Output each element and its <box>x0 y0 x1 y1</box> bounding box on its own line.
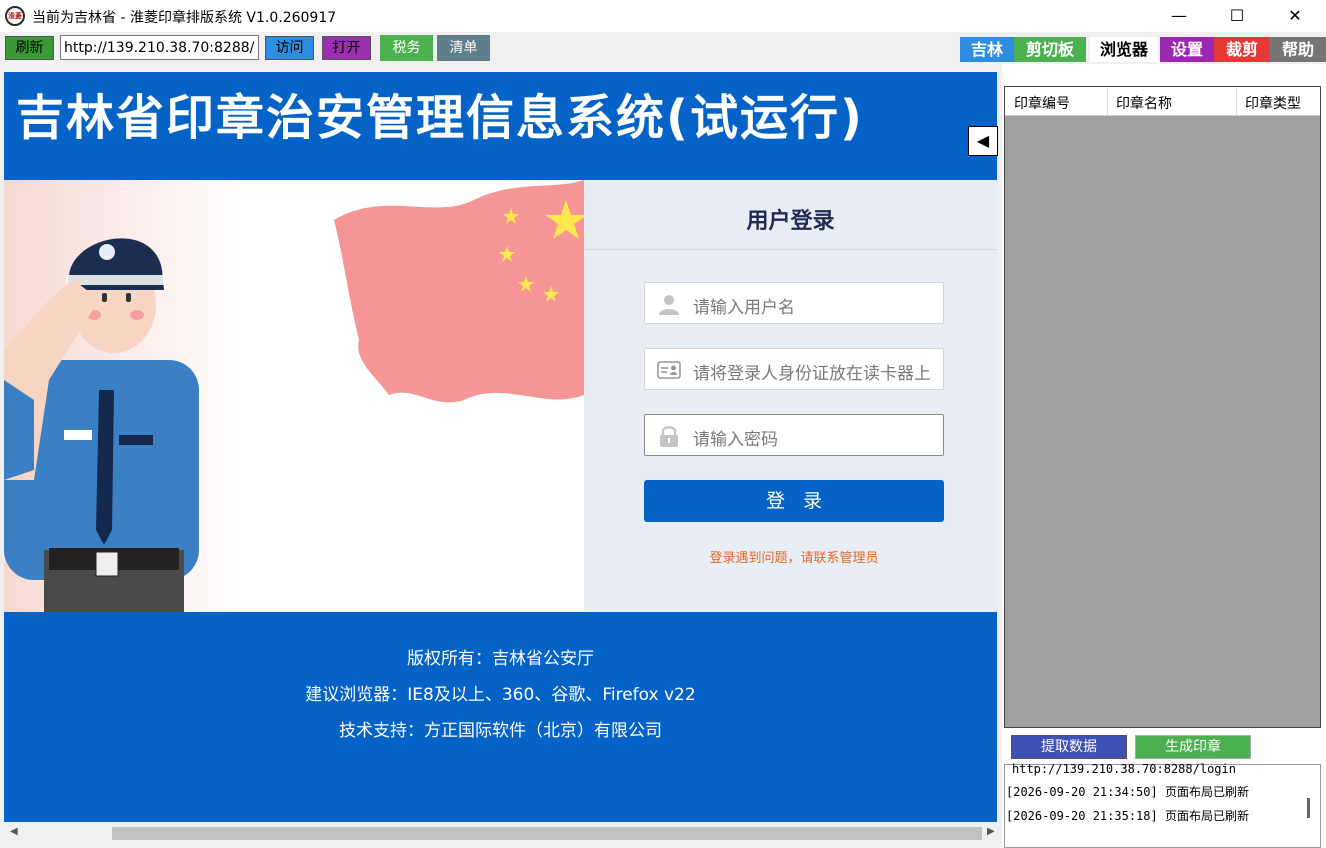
minimize-button[interactable]: — <box>1150 0 1208 32</box>
collapse-panel-button[interactable]: ◀ <box>968 126 998 156</box>
footer-browser: 建议浏览器：IE8及以上、360、谷歌、Firefox v22 <box>305 685 696 705</box>
seal-table[interactable] <box>1004 86 1321 728</box>
log-panel[interactable] <box>1004 764 1321 848</box>
login-help-link[interactable]: 登录遇到问题，请联系管理员 <box>584 547 997 566</box>
triangle-left-icon: ◀ <box>976 131 990 150</box>
column-divider <box>1107 88 1108 115</box>
column-seal-name[interactable]: 印章名称 <box>1116 93 1172 113</box>
tax-button[interactable]: 税务 <box>380 35 433 61</box>
username-placeholder: 请输入用户名 <box>693 298 795 318</box>
divider <box>584 249 997 250</box>
police-flag-illustration <box>4 180 584 612</box>
log-line: [2026-09-20 21:35:18] 页面布局已刷新 <box>1006 809 1249 823</box>
idcard-input[interactable]: 请将登录人身份证放在读卡器上 <box>644 348 944 390</box>
hero-illustration <box>4 180 584 612</box>
column-seal-number[interactable]: 印章编号 <box>1014 93 1070 113</box>
password-placeholder: 请输入密码 <box>693 430 778 450</box>
visit-button[interactable]: 访问 <box>265 36 314 60</box>
tab-browser[interactable]: 浏览器 <box>1090 37 1158 62</box>
close-icon: ✕ <box>1288 6 1302 25</box>
username-input[interactable]: 请输入用户名 <box>644 282 944 324</box>
log-line: [2026-09-20 21:34:50] 页面布局已刷新 <box>1006 785 1249 799</box>
column-seal-type[interactable]: 印章类型 <box>1245 93 1301 113</box>
maximize-icon: ☐ <box>1229 6 1245 25</box>
id-card-icon <box>657 361 681 379</box>
password-input[interactable]: 请输入密码 <box>644 414 944 456</box>
site-title: 吉林省印章治安管理信息系统(试运行) <box>16 90 864 146</box>
scroll-left-icon[interactable]: ◀ <box>10 826 18 837</box>
tab-clipboard[interactable]: 剪切板 <box>1014 37 1086 62</box>
user-icon <box>659 295 679 315</box>
login-button[interactable]: 登录 <box>644 480 944 522</box>
refresh-button[interactable]: 刷新 <box>5 36 54 60</box>
url-input[interactable] <box>60 35 259 60</box>
tab-help[interactable]: 帮助 <box>1270 37 1326 62</box>
close-button[interactable]: ✕ <box>1266 0 1324 32</box>
app-logo-icon: 淮菱 <box>5 6 25 26</box>
maximize-button[interactable]: ☐ <box>1208 0 1266 32</box>
generate-seal-button[interactable]: 生成印章 <box>1135 735 1251 759</box>
idcard-placeholder: 请将登录人身份证放在读卡器上 <box>693 364 931 384</box>
scroll-right-icon[interactable]: ▶ <box>987 826 995 837</box>
minimize-icon: — <box>1171 6 1187 25</box>
scrollbar-thumb[interactable] <box>112 827 982 840</box>
log-line: http://139.210.38.70:8288/login <box>1012 762 1236 776</box>
tab-settings[interactable]: 设置 <box>1160 37 1214 62</box>
list-button[interactable]: 清单 <box>437 35 490 61</box>
log-scrollbar[interactable] <box>1307 798 1310 818</box>
extract-data-button[interactable]: 提取数据 <box>1011 735 1127 759</box>
open-button[interactable]: 打开 <box>322 36 371 60</box>
login-title: 用户登录 <box>746 209 835 234</box>
footer-support: 技术支持：方正国际软件（北京）有限公司 <box>339 721 662 741</box>
lock-icon <box>660 426 678 447</box>
tab-crop[interactable]: 裁剪 <box>1214 37 1270 62</box>
web-page: 吉林省印章治安管理信息系统(试运行) 用户登录 请输入用户名 请将登录人身份证放… <box>4 72 997 822</box>
window-title: 当前为吉林省 - 淮菱印章排版系统 V1.0.260917 <box>32 10 337 26</box>
footer-copyright: 版权所有：吉林省公安厅 <box>407 649 594 669</box>
column-divider <box>1236 88 1237 115</box>
tab-jilin[interactable]: 吉林 <box>960 37 1014 62</box>
login-panel: 用户登录 请输入用户名 请将登录人身份证放在读卡器上 请输入密码 登录 登录遇到… <box>584 180 997 612</box>
